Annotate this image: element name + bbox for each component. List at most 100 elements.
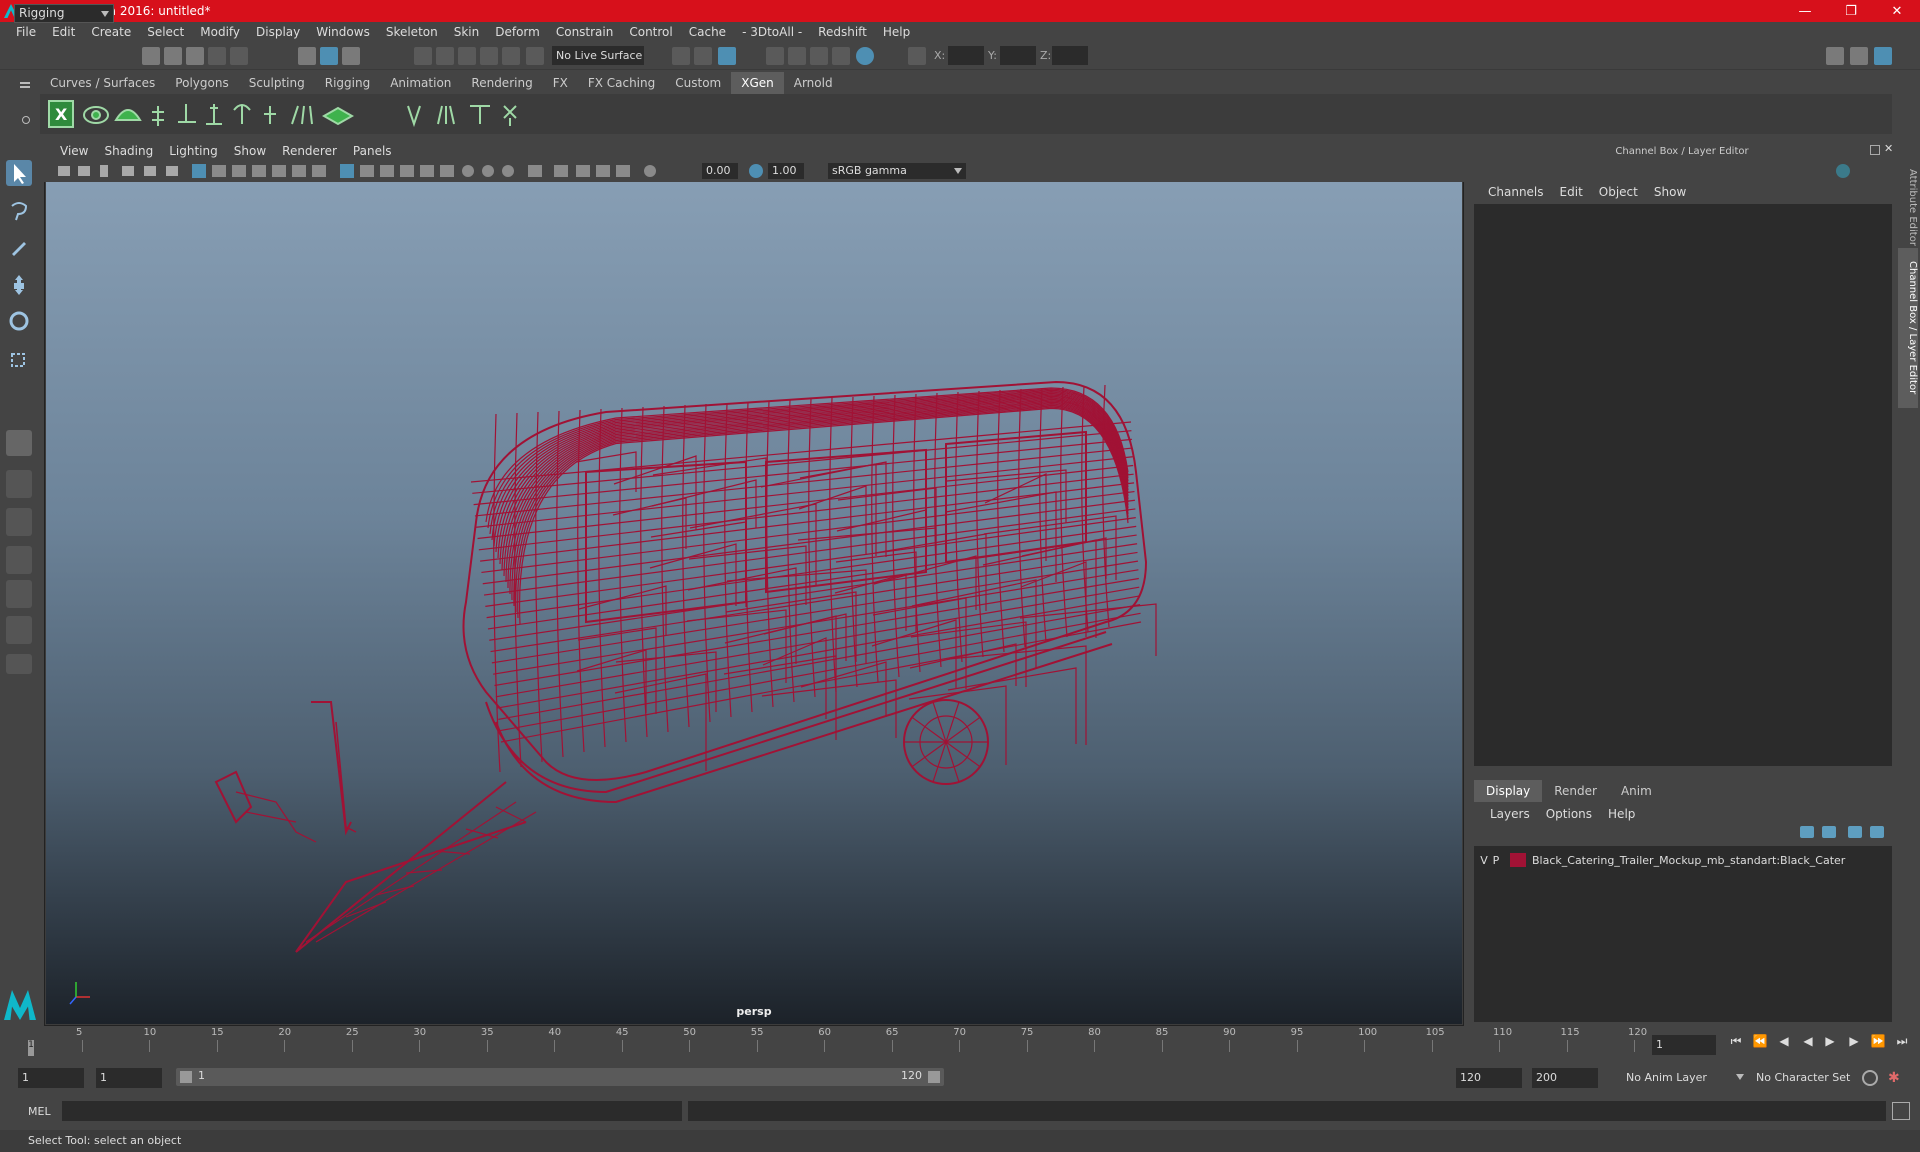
render-view-icon[interactable]	[856, 47, 874, 65]
menu-constrain[interactable]: Constrain	[548, 25, 622, 39]
layer-playback-toggle[interactable]: P	[1490, 854, 1502, 867]
cb-menu-edit[interactable]: Edit	[1552, 185, 1591, 199]
snap-grid-icon[interactable]	[414, 47, 432, 65]
menu-3dtoall[interactable]: - 3DtoAll -	[734, 25, 810, 39]
3d-viewport[interactable]: persp	[46, 182, 1462, 1024]
tab-arnold[interactable]: Arnold	[784, 72, 843, 94]
snap-curve-icon[interactable]	[436, 47, 454, 65]
le-menu-options[interactable]: Options	[1538, 807, 1600, 821]
persp-outliner-layout-icon[interactable]	[6, 508, 32, 536]
close-panel-icon[interactable]: ✕	[1884, 142, 1896, 156]
step-back-key-icon[interactable]: ◀	[1776, 1034, 1792, 1048]
step-forward-key-icon[interactable]: ▶	[1846, 1034, 1862, 1048]
auto-key-icon[interactable]	[1862, 1070, 1878, 1086]
channel-box-toggle-icon[interactable]	[1874, 47, 1892, 65]
go-to-start-icon[interactable]: ⏮	[1728, 1034, 1744, 1048]
menu-redshift[interactable]: Redshift	[810, 25, 875, 39]
hypershade-layout-icon[interactable]	[6, 616, 32, 644]
start-time-field[interactable]: 1	[18, 1068, 84, 1088]
snap-surface-icon[interactable]	[502, 47, 520, 65]
current-frame-field[interactable]: 1	[1652, 1035, 1716, 1055]
vp-menu-shading[interactable]: Shading	[96, 144, 161, 158]
gear-icon[interactable]	[22, 116, 30, 124]
current-time-marker[interactable]: 1	[28, 1040, 34, 1056]
tab-curves-surfaces[interactable]: Curves / Surfaces	[40, 72, 165, 94]
layout-toggle-icon[interactable]	[1850, 47, 1868, 65]
y-field[interactable]	[1000, 46, 1036, 65]
script-editor-icon[interactable]	[1892, 1102, 1910, 1120]
menu-set-dropdown[interactable]: Rigging	[14, 4, 114, 23]
single-perspective-layout-icon[interactable]	[6, 430, 32, 456]
menu-display[interactable]: Display	[248, 25, 308, 39]
layer-color-swatch[interactable]	[1510, 853, 1526, 867]
preferences-icon[interactable]: ✱	[1888, 1070, 1904, 1086]
side-tab-attribute-editor[interactable]: Attribute Editor	[1898, 152, 1918, 262]
range-start-handle[interactable]	[180, 1071, 192, 1083]
end-time-field[interactable]: 200	[1532, 1068, 1598, 1088]
input-ops-icon[interactable]	[672, 47, 690, 65]
menu-deform[interactable]: Deform	[487, 25, 548, 39]
construction-history-icon[interactable]	[718, 47, 736, 65]
render-frame-icon[interactable]	[766, 47, 784, 65]
cb-menu-show[interactable]: Show	[1646, 185, 1694, 199]
menu-modify[interactable]: Modify	[192, 25, 248, 39]
move-layer-down-icon[interactable]	[1822, 826, 1836, 838]
play-backwards-icon[interactable]: ◀	[1800, 1034, 1816, 1048]
select-component-icon[interactable]	[342, 47, 360, 65]
vp-menu-renderer[interactable]: Renderer	[274, 144, 345, 158]
menu-help[interactable]: Help	[875, 25, 918, 39]
menu-skin[interactable]: Skin	[446, 25, 488, 39]
new-layer-selected-icon[interactable]	[1870, 826, 1884, 838]
command-input[interactable]	[62, 1101, 682, 1121]
float-panel-icon[interactable]	[1870, 145, 1880, 155]
collapse-toolbox-icon[interactable]	[6, 654, 32, 674]
vp-menu-show[interactable]: Show	[226, 144, 274, 158]
character-set-dropdown[interactable]: No Character Set	[1752, 1068, 1862, 1088]
new-scene-icon[interactable]	[142, 47, 160, 65]
render-settings-icon[interactable]	[810, 47, 828, 65]
select-tool-icon[interactable]	[6, 160, 32, 186]
redo-icon[interactable]	[230, 47, 248, 65]
exposure-field[interactable]: 0.00	[702, 163, 738, 179]
go-to-end-icon[interactable]: ⏭	[1894, 1034, 1910, 1048]
minimize-button[interactable]: —	[1782, 0, 1828, 22]
paint-select-tool-icon[interactable]	[6, 234, 32, 260]
tab-fx-caching[interactable]: FX Caching	[578, 72, 665, 94]
xgen-window-icon[interactable]: X	[48, 100, 74, 128]
outliner-persp-layout-icon[interactable]	[6, 580, 32, 608]
tab-polygons[interactable]: Polygons	[165, 72, 238, 94]
menu-file[interactable]: File	[8, 25, 44, 39]
lasso-tool-icon[interactable]	[6, 198, 32, 224]
snap-point-icon[interactable]	[458, 47, 476, 65]
menu-select[interactable]: Select	[139, 25, 192, 39]
le-menu-layers[interactable]: Layers	[1482, 807, 1538, 821]
play-forwards-icon[interactable]: ▶	[1822, 1034, 1838, 1048]
vp-menu-view[interactable]: View	[52, 144, 96, 158]
four-view-layout-icon[interactable]	[6, 470, 32, 498]
range-slider[interactable]: 1 120	[176, 1068, 944, 1086]
snap-pivot-icon[interactable]	[526, 47, 544, 65]
range-end-handle[interactable]	[928, 1071, 940, 1083]
layer-visibility-toggle[interactable]: V	[1478, 854, 1490, 867]
tab-fx[interactable]: FX	[543, 72, 578, 94]
z-field[interactable]	[1052, 46, 1088, 65]
playback-end-field[interactable]: 120	[1456, 1068, 1522, 1088]
tab-anim[interactable]: Anim	[1609, 780, 1664, 802]
menu-control[interactable]: Control	[621, 25, 680, 39]
command-language-label[interactable]: MEL	[28, 1105, 51, 1118]
move-tool-icon[interactable]	[6, 272, 32, 298]
select-hierarchy-icon[interactable]	[298, 47, 316, 65]
snap-view-plane-icon[interactable]	[480, 47, 498, 65]
color-space-dropdown[interactable]: sRGB gamma	[828, 163, 966, 179]
tab-xgen[interactable]: XGen	[731, 72, 784, 94]
menu-skeleton[interactable]: Skeleton	[378, 25, 446, 39]
cb-menu-channels[interactable]: Channels	[1480, 185, 1552, 199]
tab-rigging[interactable]: Rigging	[315, 72, 380, 94]
side-tab-channel-box[interactable]: Channel Box / Layer Editor	[1898, 248, 1918, 408]
output-ops-icon[interactable]	[694, 47, 712, 65]
anim-layer-dropdown[interactable]: No Anim Layer	[1622, 1068, 1726, 1088]
step-forward-icon[interactable]: ⏩	[1870, 1034, 1886, 1048]
layer-row[interactable]: V P Black_Catering_Trailer_Mockup_mb_sta…	[1478, 850, 1888, 870]
undo-icon[interactable]	[208, 47, 226, 65]
menu-windows[interactable]: Windows	[308, 25, 378, 39]
